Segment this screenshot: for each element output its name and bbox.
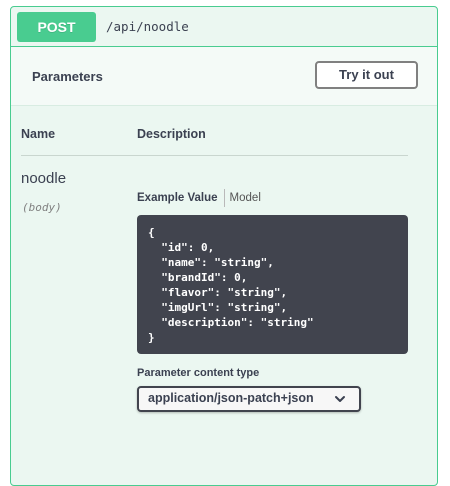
endpoint-path: /api/noodle <box>106 19 189 34</box>
column-header-description: Description <box>137 127 206 141</box>
operation-summary[interactable]: POST /api/noodle <box>11 7 437 47</box>
chevron-down-icon <box>335 396 345 402</box>
content-type-select[interactable]: application/json-patch+json <box>137 386 361 412</box>
column-header-name: Name <box>21 127 56 141</box>
try-it-out-button[interactable]: Try it out <box>315 61 418 89</box>
parameter-location: (body) <box>22 201 62 214</box>
parameters-header: Parameters Try it out <box>11 47 437 106</box>
parameter-name: noodle <box>21 170 67 187</box>
tab-model[interactable]: Model <box>230 188 261 208</box>
header-divider <box>21 155 408 156</box>
example-value-code: { "id": 0, "name": "string", "brandId": … <box>137 215 408 354</box>
content-type-selected-value: application/json-patch+json <box>148 391 314 405</box>
example-tabs: Example Value Model <box>137 188 261 208</box>
method-badge: POST <box>17 12 96 42</box>
content-type-label: Parameter content type <box>137 367 260 379</box>
tab-example-value[interactable]: Example Value <box>137 188 218 208</box>
tab-divider <box>223 188 225 207</box>
parameters-title: Parameters <box>32 69 103 84</box>
